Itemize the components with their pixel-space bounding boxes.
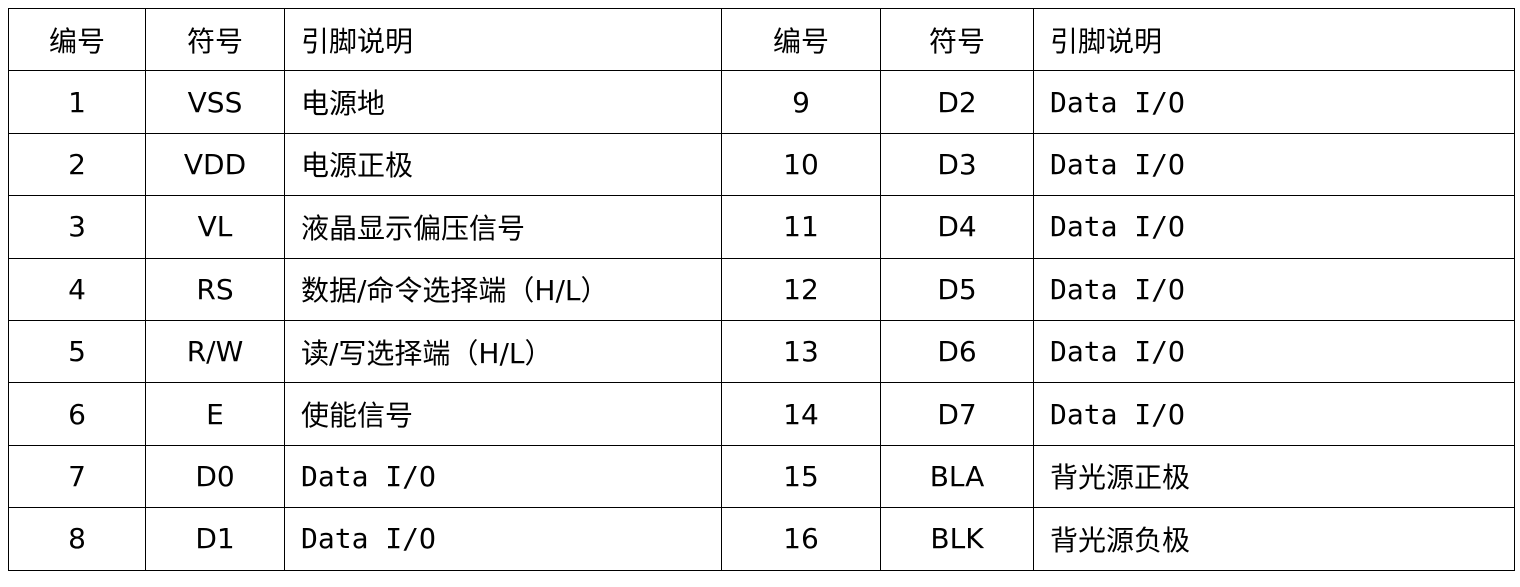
pin-number: 6 bbox=[8, 382, 146, 446]
pin-description: Data I/O bbox=[1033, 70, 1515, 134]
table-row: 5 R/W 读/写选择端（H/L） 13 D6 Data I/O bbox=[8, 319, 1515, 384]
pin-number: 13 bbox=[721, 319, 881, 384]
pin-symbol: VSS bbox=[145, 70, 285, 134]
header-number-left: 编号 bbox=[8, 7, 146, 72]
pin-symbol: R/W bbox=[145, 319, 285, 384]
header-description-left: 引脚说明 bbox=[284, 7, 722, 72]
table-header-row: 编号 符号 引脚说明 编号 符号 引脚说明 bbox=[8, 7, 1515, 72]
pin-symbol: E bbox=[145, 382, 285, 446]
pin-symbol: VL bbox=[145, 195, 285, 259]
pin-number: 12 bbox=[721, 257, 881, 321]
header-symbol-right: 符号 bbox=[880, 7, 1034, 72]
table-row: 2 VDD 电源正极 10 D3 Data I/O bbox=[8, 132, 1515, 197]
pin-number: 16 bbox=[721, 507, 881, 571]
pin-symbol: D7 bbox=[880, 382, 1034, 446]
pin-number: 8 bbox=[8, 507, 146, 571]
pin-number: 4 bbox=[8, 257, 146, 321]
pin-symbol: D2 bbox=[880, 70, 1034, 134]
header-symbol-left: 符号 bbox=[145, 7, 285, 72]
pin-description: Data I/O bbox=[284, 507, 722, 571]
pin-number: 9 bbox=[721, 70, 881, 134]
pin-description: Data I/O bbox=[1033, 132, 1515, 197]
pin-symbol: D5 bbox=[880, 257, 1034, 321]
pin-symbol: D1 bbox=[145, 507, 285, 571]
pin-description: 液晶显示偏压信号 bbox=[284, 195, 722, 259]
table-row: 8 D1 Data I/O 16 BLK 背光源负极 bbox=[8, 507, 1515, 571]
pin-description: Data I/O bbox=[1033, 382, 1515, 446]
pin-symbol: BLK bbox=[880, 507, 1034, 571]
pin-table: 编号 符号 引脚说明 编号 符号 引脚说明 1 VSS 电源地 9 D2 Dat… bbox=[8, 7, 1515, 571]
pin-description: 读/写选择端（H/L） bbox=[284, 319, 722, 384]
pin-description: Data I/O bbox=[1033, 195, 1515, 259]
pin-symbol: D3 bbox=[880, 132, 1034, 197]
pin-description: 数据/命令选择端（H/L） bbox=[284, 257, 722, 321]
table-row: 1 VSS 电源地 9 D2 Data I/O bbox=[8, 70, 1515, 134]
header-description-right: 引脚说明 bbox=[1033, 7, 1515, 72]
pin-description: 使能信号 bbox=[284, 382, 722, 446]
pin-symbol: D4 bbox=[880, 195, 1034, 259]
pin-description: 电源正极 bbox=[284, 132, 722, 197]
pin-description: 电源地 bbox=[284, 70, 722, 134]
table-row: 6 E 使能信号 14 D7 Data I/O bbox=[8, 382, 1515, 446]
pin-number: 7 bbox=[8, 444, 146, 509]
table-row: 4 RS 数据/命令选择端（H/L） 12 D5 Data I/O bbox=[8, 257, 1515, 321]
pin-number: 5 bbox=[8, 319, 146, 384]
header-number-right: 编号 bbox=[721, 7, 881, 72]
pin-symbol: D6 bbox=[880, 319, 1034, 384]
pin-description: Data I/O bbox=[1033, 257, 1515, 321]
pin-number: 11 bbox=[721, 195, 881, 259]
pin-description: 背光源正极 bbox=[1033, 444, 1515, 509]
pin-number: 14 bbox=[721, 382, 881, 446]
pin-number: 1 bbox=[8, 70, 146, 134]
pin-symbol: D0 bbox=[145, 444, 285, 509]
pin-number: 10 bbox=[721, 132, 881, 197]
table-row: 3 VL 液晶显示偏压信号 11 D4 Data I/O bbox=[8, 195, 1515, 259]
pin-description: 背光源负极 bbox=[1033, 507, 1515, 571]
pin-number: 2 bbox=[8, 132, 146, 197]
pin-number: 3 bbox=[8, 195, 146, 259]
table-row: 7 D0 Data I/O 15 BLA 背光源正极 bbox=[8, 444, 1515, 509]
pin-symbol: BLA bbox=[880, 444, 1034, 509]
pin-description: Data I/O bbox=[1033, 319, 1515, 384]
pin-description: Data I/O bbox=[284, 444, 722, 509]
pin-symbol: RS bbox=[145, 257, 285, 321]
pin-number: 15 bbox=[721, 444, 881, 509]
pin-symbol: VDD bbox=[145, 132, 285, 197]
